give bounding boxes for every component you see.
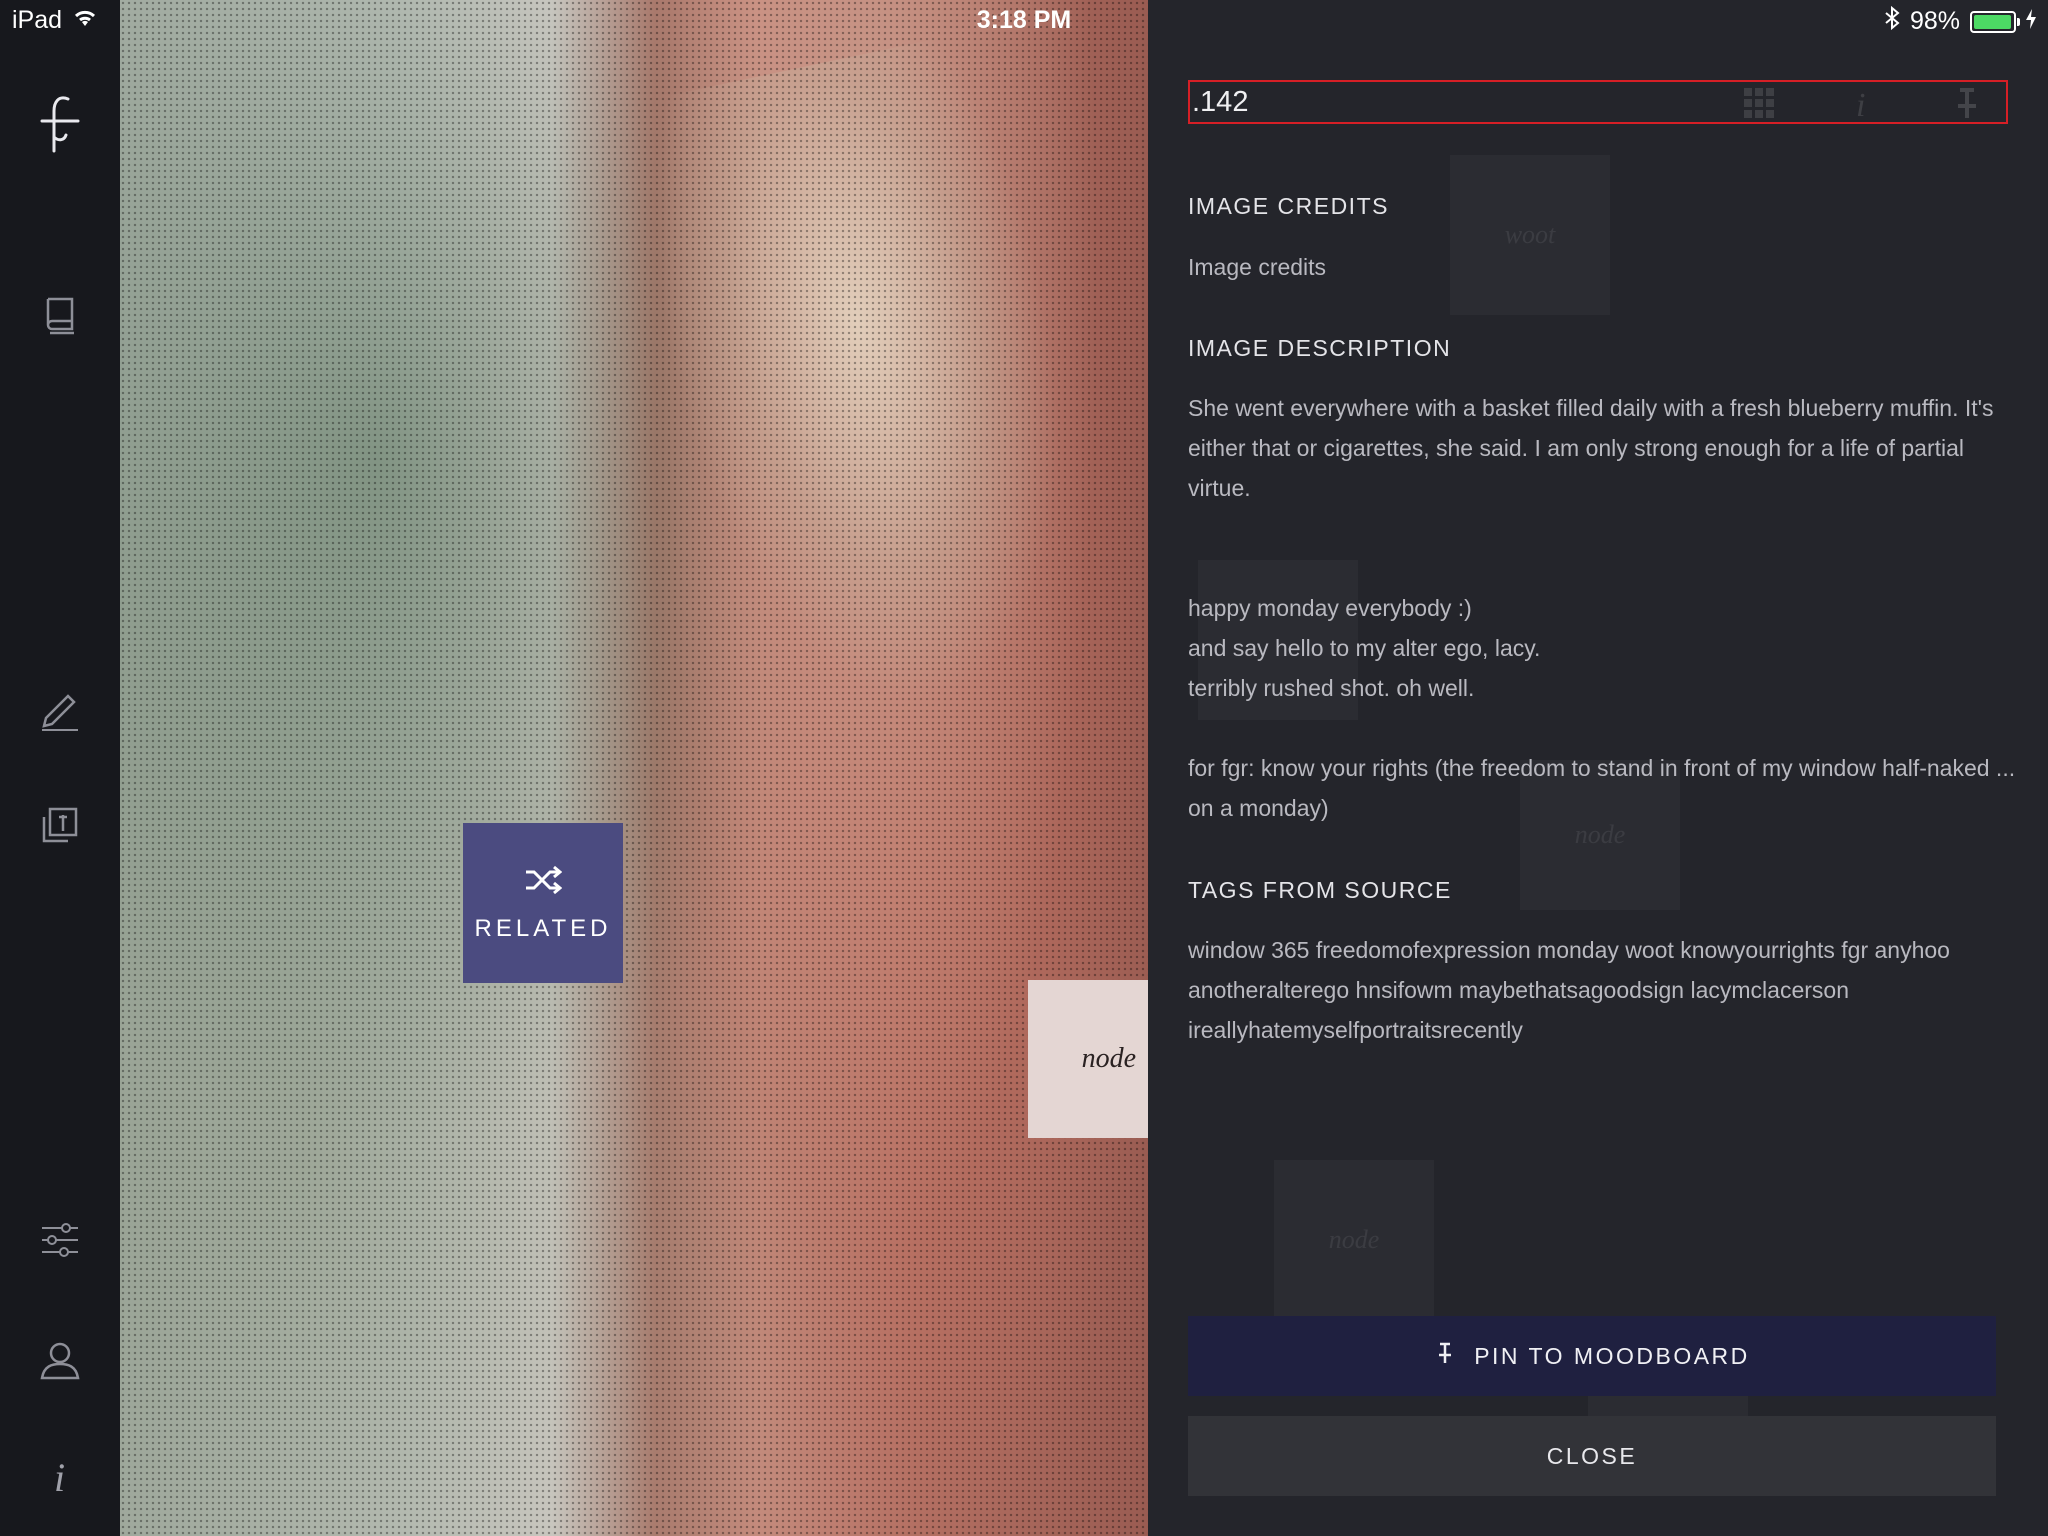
- description-paragraph: happy monday everybody :): [1188, 595, 1472, 621]
- close-button[interactable]: CLOSE: [1188, 1416, 1996, 1496]
- related-label: RELATED: [474, 914, 612, 942]
- description-paragraph: terribly rushed shot. oh well.: [1188, 675, 1475, 701]
- status-right: 98%: [1884, 5, 2036, 37]
- description-paragraph: and say hello to my alter ego, lacy.: [1188, 635, 1541, 661]
- pin-icon: [1950, 86, 1984, 125]
- svg-text:i: i: [1856, 87, 1865, 120]
- bluetooth-icon: [1884, 5, 1900, 37]
- battery-icon: [1970, 10, 2020, 33]
- battery-fill: [1974, 14, 2012, 29]
- logo-icon[interactable]: [30, 95, 90, 155]
- tags-text: window 365 freedomofexpression monday wo…: [1188, 937, 1950, 1043]
- status-time: 3:18 PM: [976, 6, 1072, 34]
- grid-icon: [1742, 86, 1776, 125]
- pencil-icon[interactable]: [30, 680, 90, 740]
- description-title: IMAGE DESCRIPTION: [1188, 335, 1452, 361]
- node-label: node: [1081, 1043, 1136, 1074]
- pinned-stack-icon[interactable]: [30, 795, 90, 855]
- ghost-toolbar: i: [1742, 86, 1984, 125]
- pin-icon: [1434, 1342, 1456, 1370]
- status-bar: iPad 3:18 PM 98%: [0, 0, 2048, 40]
- photo-view[interactable]: RELATED node: [120, 0, 1148, 1536]
- pin-label: PIN TO MOODBOARD: [1474, 1342, 1750, 1369]
- sidebar: i: [0, 0, 120, 1536]
- info-icon: i: [1846, 86, 1880, 125]
- info-panel: woot node node node .142 i IMAGE CREDITS…: [1148, 0, 2048, 1536]
- related-button[interactable]: RELATED: [463, 823, 623, 983]
- close-label: CLOSE: [1546, 1442, 1638, 1469]
- book-icon[interactable]: [30, 285, 90, 345]
- shuffle-icon: [524, 864, 563, 901]
- info-icon[interactable]: i: [30, 1445, 90, 1505]
- pin-to-moodboard-button[interactable]: PIN TO MOODBOARD: [1188, 1316, 1996, 1396]
- credits-text: Image credits: [1188, 254, 1327, 280]
- description-paragraph: for fgr: know your rights (the freedom t…: [1188, 755, 2016, 821]
- dot-screen-overlay: [120, 0, 1148, 1536]
- description-paragraph: She went everywhere with a basket filled…: [1188, 395, 1994, 501]
- sliders-icon[interactable]: [30, 1210, 90, 1270]
- description-text: She went everywhere with a basket filled…: [1188, 388, 2018, 828]
- tags-title: TAGS FROM SOURCE: [1188, 877, 1452, 903]
- image-id: .142: [1192, 85, 1249, 118]
- credits-title: IMAGE CREDITS: [1188, 193, 1389, 219]
- battery-percent: 98%: [1909, 7, 1960, 35]
- user-icon[interactable]: [30, 1330, 90, 1390]
- image-id-bar: .142 i: [1188, 80, 2008, 124]
- svg-text:i: i: [54, 1455, 65, 1497]
- node-tile[interactable]: node: [1028, 980, 1148, 1138]
- ghost-tile: node: [1274, 1160, 1434, 1320]
- ghost-tile: woot: [1450, 155, 1610, 315]
- charging-icon: [2026, 7, 2036, 36]
